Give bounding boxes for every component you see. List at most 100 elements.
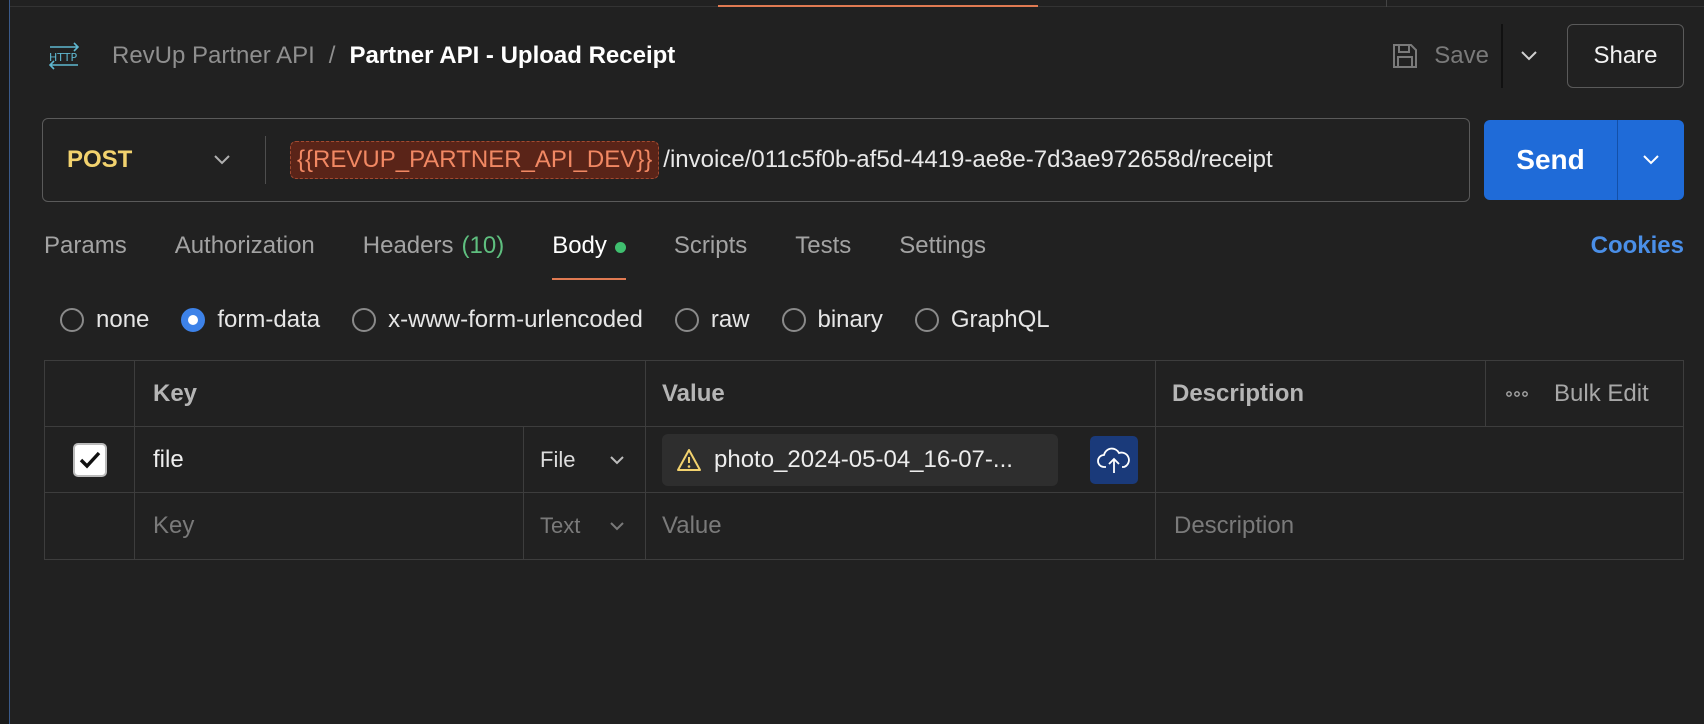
checkmark-icon <box>79 451 100 468</box>
key-value: file <box>153 445 184 473</box>
chevron-down-icon <box>1643 155 1659 165</box>
share-button[interactable]: Share <box>1567 24 1684 88</box>
tab-tests[interactable]: Tests <box>795 226 851 280</box>
column-header-value: Value <box>646 361 1156 426</box>
tab-label: Authorization <box>174 232 315 259</box>
body-type-urlencoded[interactable]: x-www-form-urlencoded <box>352 306 643 334</box>
tab-label: Scripts <box>673 232 748 259</box>
tab-headers[interactable]: Headers (10) <box>363 226 504 280</box>
send-group: Send <box>1484 120 1684 200</box>
headers-count: (10) <box>461 232 505 259</box>
send-options-button[interactable] <box>1618 120 1684 200</box>
description-placeholder: Description <box>1174 512 1295 539</box>
tab-scripts[interactable]: Scripts <box>674 226 747 280</box>
bulk-edit-group: Bulk Edit <box>1506 380 1649 408</box>
tab-separator <box>1386 0 1387 7</box>
method-label: POST <box>67 146 133 173</box>
radio[interactable] <box>352 308 377 332</box>
save-button[interactable]: Save <box>1378 24 1501 88</box>
key-cell[interactable]: file <box>135 427 524 492</box>
url-input[interactable]: {{REVUP_PARTNER_API_DEV}} /invoice/011c5… <box>290 141 1273 179</box>
active-tab-indicator <box>718 5 1038 7</box>
radio[interactable] <box>674 308 699 332</box>
file-name: photo_2024-05-04_16-07-... <box>714 445 1013 473</box>
header-check-cell <box>45 361 135 426</box>
chevron-down-icon <box>214 155 230 165</box>
value-cell[interactable]: Value <box>646 493 1156 559</box>
cookies-link[interactable]: Cookies <box>1591 226 1684 260</box>
chevron-down-icon <box>610 455 624 464</box>
body-type-options: none form-data x-www-form-urlencoded raw… <box>60 300 1082 340</box>
send-button[interactable]: Send <box>1484 120 1618 200</box>
url-path: /invoice/011c5f0b-af5d-4419-ae8e-7d3ae97… <box>663 146 1273 173</box>
radio-label: x-www-form-urlencoded <box>388 306 643 333</box>
save-icon <box>1393 44 1418 68</box>
radio-label: none <box>96 306 150 333</box>
column-header-description: Description <box>1156 361 1486 426</box>
body-type-graphql[interactable]: GraphQL <box>914 306 1050 334</box>
type-label: File <box>540 446 576 472</box>
body-indicator-dot <box>614 242 626 253</box>
form-data-table: Key Value Description Bulk Edit file Fil… <box>44 360 1684 560</box>
type-select[interactable]: File <box>524 427 646 492</box>
bulk-edit-cell: Bulk Edit <box>1486 361 1683 426</box>
breadcrumb: RevUp Partner API / Partner API - Upload… <box>112 42 675 70</box>
radio[interactable] <box>781 308 806 332</box>
tab-label: Body <box>552 232 607 259</box>
table-row: file File photo_2024-05-04_16-07-... <box>45 427 1683 493</box>
value-placeholder: Value <box>662 512 722 539</box>
tab-body[interactable]: Body <box>552 226 626 280</box>
chevron-down-icon <box>610 522 624 531</box>
type-label: Text <box>540 513 581 538</box>
upload-file-button[interactable] <box>1090 435 1138 484</box>
radio[interactable] <box>60 308 84 332</box>
body-type-binary[interactable]: binary <box>781 306 883 334</box>
tab-label: Settings <box>899 232 986 259</box>
body-type-form-data[interactable]: form-data <box>181 306 320 334</box>
description-cell[interactable]: Description <box>1156 493 1683 559</box>
environment-variable[interactable]: {{REVUP_PARTNER_API_DEV}} <box>290 141 660 179</box>
radio-label: GraphQL <box>950 306 1050 333</box>
method-select[interactable]: POST <box>43 119 265 201</box>
row-check-cell <box>45 427 135 492</box>
radio-label: raw <box>710 306 750 333</box>
radio[interactable] <box>914 308 939 332</box>
tab-label: Params <box>44 232 127 259</box>
tab-label: Headers <box>362 232 454 259</box>
key-placeholder: Key <box>153 512 195 539</box>
cloud-upload-icon <box>1097 447 1130 473</box>
bulk-edit-button[interactable]: Bulk Edit <box>1554 380 1649 408</box>
type-select[interactable]: Text <box>524 493 646 559</box>
radio-selected[interactable] <box>181 308 206 332</box>
url-bar: POST {{REVUP_PARTNER_API_DEV}} /invoice/… <box>42 118 1470 202</box>
http-icon: HTTP <box>44 36 84 76</box>
row-check-cell <box>45 493 135 559</box>
tab-settings[interactable]: Settings <box>899 226 986 280</box>
breadcrumb-collection[interactable]: RevUp Partner API <box>112 42 315 70</box>
row-enabled-checkbox[interactable] <box>72 442 107 477</box>
url-divider <box>265 136 266 184</box>
value-cell: photo_2024-05-04_16-07-... <box>646 427 1156 492</box>
description-cell[interactable] <box>1156 427 1683 492</box>
key-cell[interactable]: Key <box>135 493 524 559</box>
request-title[interactable]: Partner API - Upload Receipt <box>349 42 675 70</box>
radio-label: form-data <box>217 306 321 333</box>
file-chip[interactable]: photo_2024-05-04_16-07-... <box>662 433 1058 486</box>
body-type-raw[interactable]: raw <box>674 306 750 334</box>
tab-label: Tests <box>795 232 852 259</box>
warning-icon <box>677 448 701 471</box>
breadcrumb-separator: / <box>328 42 336 69</box>
table-row-new: Key Text Value Description <box>45 493 1683 559</box>
more-dots-icon[interactable] <box>1506 390 1528 398</box>
save-options-button[interactable] <box>1501 24 1555 88</box>
tab-authorization[interactable]: Authorization <box>175 226 315 280</box>
body-type-none[interactable]: none <box>60 306 149 334</box>
request-header: HTTP RevUp Partner API / Partner API - U… <box>44 22 1684 90</box>
header-actions: Save Share <box>1378 24 1684 88</box>
left-rail <box>0 0 10 724</box>
save-label: Save <box>1434 42 1489 69</box>
tab-strip <box>10 0 1704 7</box>
table-header-row: Key Value Description Bulk Edit <box>45 361 1683 427</box>
tab-params[interactable]: Params <box>44 226 127 280</box>
radio-label: binary <box>817 306 883 333</box>
